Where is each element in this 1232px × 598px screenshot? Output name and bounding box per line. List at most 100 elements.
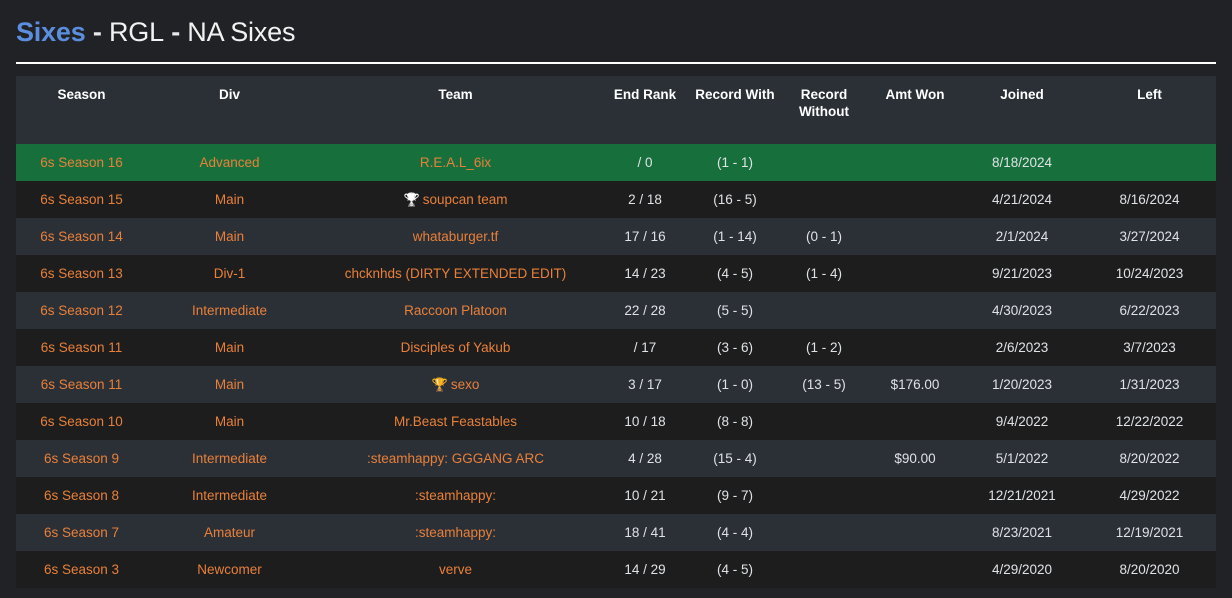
cell-team-10[interactable]: :steamhappy:	[312, 514, 599, 551]
cell-team-11[interactable]: verve	[312, 551, 599, 588]
cell-team-8-text[interactable]: :steamhappy: GGGANG ARC	[367, 451, 544, 466]
table-row[interactable]: 6s Season 10 Main Mr.Beast Feastables 10 / …	[16, 403, 1216, 440]
cell-team-1-text[interactable]: soupcan team	[423, 192, 508, 207]
column-header-amt-won[interactable]: Amt Won	[869, 76, 961, 144]
cell-season-2-text[interactable]: 6s Season 14	[40, 229, 123, 244]
cell-div-6[interactable]: Main	[147, 366, 312, 403]
cell-end-rank-11: 14 / 29	[599, 551, 691, 588]
cell-div-0[interactable]: Advanced	[147, 144, 312, 181]
cell-season-3-text[interactable]: 6s Season 13	[40, 266, 123, 281]
table-row[interactable]: 6s Season 3 Newcomer verve 14 / 29 (4 - 5) 4/…	[16, 551, 1216, 588]
cell-team-5-text[interactable]: Disciples of Yakub	[401, 340, 511, 355]
cell-div-1[interactable]: Main	[147, 181, 312, 218]
cell-div-2[interactable]: Main	[147, 218, 312, 255]
cell-season-6-text[interactable]: 6s Season 11	[41, 377, 123, 392]
column-header-div[interactable]: Div	[147, 76, 312, 144]
cell-season-10[interactable]: 6s Season 7	[16, 514, 147, 551]
cell-div-0-text[interactable]: Advanced	[199, 155, 259, 170]
cell-div-11-text[interactable]: Newcomer	[197, 562, 262, 577]
cell-div-6-text[interactable]: Main	[215, 377, 244, 392]
cell-team-4[interactable]: Raccoon Platoon	[312, 292, 599, 329]
cell-div-10-text[interactable]: Amateur	[204, 525, 255, 540]
cell-left-7-text: 12/22/2022	[1115, 414, 1184, 429]
cell-div-10[interactable]: Amateur	[147, 514, 312, 551]
table-row[interactable]: 6s Season 7 Amateur:steamhappy: 18 / 41 (4 …	[16, 514, 1216, 551]
cell-team-6-text[interactable]: sexo	[451, 377, 480, 392]
cell-season-9-text[interactable]: 6s Season 8	[44, 488, 119, 503]
table-row[interactable]: 6s Season 9 Intermediate :steamhappy: GGGA…	[16, 440, 1216, 477]
table-row[interactable]: 6s Season 14 Main whataburger.tf 17 / 16 (1 …	[16, 218, 1216, 255]
cell-div-3[interactable]: Div-1	[147, 255, 312, 292]
table-row[interactable]: 6s Season 11 Main Disciples of Yakub / 17 (3…	[16, 329, 1216, 366]
cell-season-2[interactable]: 6s Season 14	[16, 218, 147, 255]
cell-joined-6-text: 1/20/2023	[991, 377, 1053, 392]
cell-team-5[interactable]: Disciples of Yakub	[312, 329, 599, 366]
column-header-record-with[interactable]: Record With	[691, 76, 779, 144]
cell-div-7-text[interactable]: Main	[215, 414, 244, 429]
cell-team-6[interactable]: 🏆 sexo	[312, 366, 599, 403]
column-header-joined[interactable]: Joined	[961, 76, 1083, 144]
cell-season-0[interactable]: 6s Season 16	[16, 144, 147, 181]
cell-div-2-text[interactable]: Main	[215, 229, 244, 244]
cell-season-3[interactable]: 6s Season 13	[16, 255, 147, 292]
cell-team-10-text[interactable]: :steamhappy:	[415, 525, 496, 540]
cell-div-9[interactable]: Intermediate	[147, 477, 312, 514]
cell-joined-4: 4/30/2023	[961, 292, 1083, 329]
cell-div-4-text[interactable]: Intermediate	[192, 303, 267, 318]
cell-season-1-text[interactable]: 6s Season 15	[40, 192, 123, 207]
cell-team-0-text[interactable]: R.E.A.L_6ix	[420, 155, 491, 170]
cell-season-11-text[interactable]: 6s Season 3	[44, 562, 119, 577]
cell-team-2-text[interactable]: whataburger.tf	[413, 229, 499, 244]
cell-div-1-text[interactable]: Main	[215, 192, 244, 207]
table-row[interactable]: 6s Season 12 Intermediate Raccoon Platoon 2…	[16, 292, 1216, 329]
cell-div-7[interactable]: Main	[147, 403, 312, 440]
cell-div-4[interactable]: Intermediate	[147, 292, 312, 329]
cell-season-7[interactable]: 6s Season 10	[16, 403, 147, 440]
table-row[interactable]: 6s Season 16 Advanced R.E.A.L_6ix / 0 (1 - 1…	[16, 144, 1216, 181]
cell-div-8-text[interactable]: Intermediate	[192, 451, 267, 466]
column-header-left[interactable]: Left	[1083, 76, 1216, 144]
cell-season-8-text[interactable]: 6s Season 9	[44, 451, 119, 466]
cell-team-7-text[interactable]: Mr.Beast Feastables	[394, 414, 517, 429]
cell-amt-won-8-text: $90.00	[894, 451, 936, 466]
column-header-season[interactable]: Season	[16, 76, 147, 144]
cell-team-0[interactable]: R.E.A.L_6ix	[312, 144, 599, 181]
cell-season-0-text[interactable]: 6s Season 16	[40, 155, 123, 170]
cell-div-8[interactable]: Intermediate	[147, 440, 312, 477]
cell-div-5-text[interactable]: Main	[215, 340, 244, 355]
cell-div-11[interactable]: Newcomer	[147, 551, 312, 588]
cell-season-11[interactable]: 6s Season 3	[16, 551, 147, 588]
cell-team-8[interactable]: :steamhappy: GGGANG ARC	[312, 440, 599, 477]
cell-div-9-text[interactable]: Intermediate	[192, 488, 267, 503]
cell-div-3-text[interactable]: Div-1	[214, 266, 246, 281]
cell-season-8[interactable]: 6s Season 9	[16, 440, 147, 477]
cell-season-7-text[interactable]: 6s Season 10	[40, 414, 123, 429]
cell-season-4[interactable]: 6s Season 12	[16, 292, 147, 329]
table-row[interactable]: 6s Season 13 Div-1 chcknhds (DIRTY EXTENDE…	[16, 255, 1216, 292]
cell-joined-4-text: 4/30/2023	[991, 303, 1053, 318]
column-header-end-rank[interactable]: End Rank	[599, 76, 691, 144]
cell-team-2[interactable]: whataburger.tf	[312, 218, 599, 255]
cell-team-1[interactable]: 🏆 soupcan team	[312, 181, 599, 218]
cell-team-3[interactable]: chcknhds (DIRTY EXTENDED EDIT)	[312, 255, 599, 292]
table-row[interactable]: 6s Season 8 Intermediate:steamhappy: 10 / …	[16, 477, 1216, 514]
table-row[interactable]: 6s Season 15 Main 🏆 soupcan team 2 / 18 (16 -…	[16, 181, 1216, 218]
cell-season-1[interactable]: 6s Season 15	[16, 181, 147, 218]
table-row[interactable]: 6s Season 11 Main 🏆 sexo 3 / 17 (1 - 0) (13 - …	[16, 366, 1216, 403]
column-header-team[interactable]: Team	[312, 76, 599, 144]
cell-team-7[interactable]: Mr.Beast Feastables	[312, 403, 599, 440]
cell-season-5[interactable]: 6s Season 11	[16, 329, 147, 366]
cell-team-11-text[interactable]: verve	[439, 562, 472, 577]
cell-season-4-text[interactable]: 6s Season 12	[40, 303, 123, 318]
cell-season-6[interactable]: 6s Season 11	[16, 366, 147, 403]
cell-left-4: 6/22/2023	[1083, 292, 1216, 329]
cell-div-5[interactable]: Main	[147, 329, 312, 366]
cell-team-9[interactable]: :steamhappy:	[312, 477, 599, 514]
cell-team-3-text[interactable]: chcknhds (DIRTY EXTENDED EDIT)	[345, 266, 567, 281]
column-header-record-without[interactable]: Record Without	[779, 76, 869, 144]
cell-season-10-text[interactable]: 6s Season 7	[44, 525, 119, 540]
cell-team-9-text[interactable]: :steamhappy:	[415, 488, 496, 503]
cell-season-5-text[interactable]: 6s Season 11	[41, 340, 123, 355]
cell-team-4-text[interactable]: Raccoon Platoon	[404, 303, 507, 318]
cell-season-9[interactable]: 6s Season 8	[16, 477, 147, 514]
